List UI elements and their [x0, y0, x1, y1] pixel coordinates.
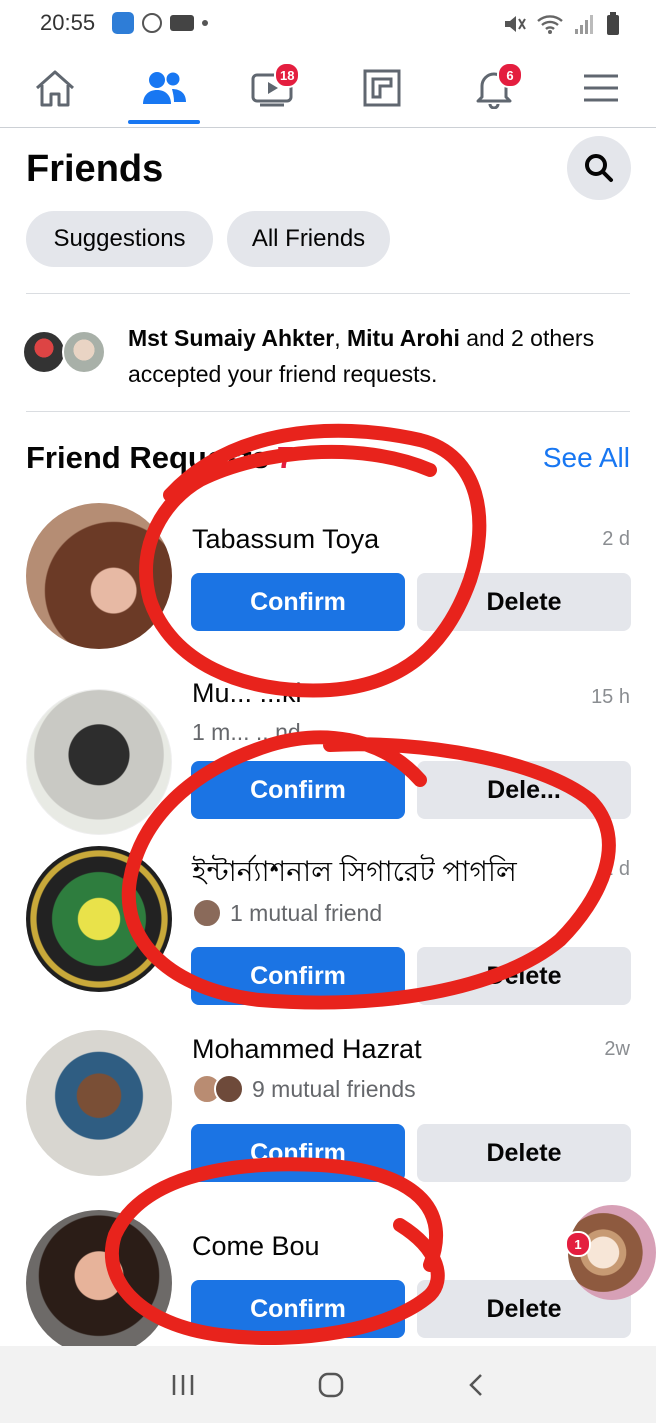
mutual-friends: 9 mutual friends — [192, 1074, 416, 1104]
confirm-button[interactable]: Confirm — [191, 947, 405, 1005]
menu-icon — [584, 74, 618, 102]
confirm-button[interactable]: Confirm — [191, 761, 405, 819]
accepted-name[interactable]: Mitu Arohi — [347, 325, 460, 351]
avatar[interactable] — [26, 1210, 172, 1356]
chat-head-badge: 1 — [565, 1231, 591, 1257]
status-right-icons — [502, 12, 620, 36]
mutual-avatar — [214, 1074, 244, 1104]
delete-button[interactable]: Dele... — [417, 761, 631, 819]
recent-apps-icon[interactable] — [170, 1373, 196, 1397]
friend-requests-title: Friend Requests 7 — [26, 440, 294, 476]
friends-icon — [143, 72, 186, 104]
mutual-friends: 1 m... ...nd — [192, 719, 301, 746]
tab-notifications[interactable]: 6 — [444, 50, 544, 126]
divider — [26, 293, 630, 294]
notifications-badge: 6 — [497, 62, 523, 88]
request-time: 15 h — [591, 686, 630, 708]
page-title: Friends — [26, 148, 164, 190]
accepted-text: Mst Sumaiy Ahkter, Mitu Arohi and 2 othe… — [128, 320, 628, 392]
mutual-friends: 1 mutual friend — [192, 898, 382, 928]
status-left-icons — [112, 12, 208, 34]
tab-pages[interactable] — [332, 50, 432, 126]
request-name[interactable]: Tabassum Toya — [192, 524, 379, 555]
tab-friends[interactable] — [114, 50, 214, 126]
battery-icon — [607, 12, 619, 35]
tab-home[interactable] — [5, 50, 105, 126]
delete-button[interactable]: Delete — [417, 947, 631, 1005]
delete-button[interactable]: Delete — [417, 573, 631, 631]
mutual-text: 9 mutual friends — [252, 1075, 416, 1102]
suggestions-button[interactable]: Suggestions — [26, 211, 213, 267]
avatar[interactable] — [26, 503, 172, 649]
confirm-button[interactable]: Confirm — [191, 1280, 405, 1338]
signal-icon — [575, 15, 593, 34]
accepted-separator: , — [334, 325, 347, 351]
mutual-avatar — [192, 898, 222, 928]
watch-badge: 18 — [274, 62, 301, 88]
status-bar: 20:55 — [0, 0, 656, 50]
more-notifications-icon — [202, 20, 208, 26]
app-notification-icon — [112, 12, 134, 34]
all-friends-button[interactable]: All Friends — [227, 211, 390, 267]
avatar[interactable] — [26, 1030, 172, 1176]
confirm-button[interactable]: Confirm — [191, 573, 405, 631]
divider — [26, 411, 630, 412]
confirm-button[interactable]: Confirm — [191, 1124, 405, 1182]
system-nav-bar — [0, 1346, 656, 1423]
request-time: 1 d — [602, 858, 630, 880]
see-all-link[interactable]: See All — [543, 442, 630, 474]
tab-watch[interactable]: 18 — [222, 50, 322, 126]
search-icon — [585, 154, 613, 182]
messenger-icon — [142, 13, 162, 33]
accepted-name[interactable]: Mst Sumaiy Ahkter — [128, 325, 334, 351]
pages-icon — [363, 69, 401, 107]
mutual-text: 1 mutual friend — [230, 899, 383, 926]
search-button[interactable] — [567, 136, 631, 200]
friend-requests-label: Friend Requests — [26, 440, 269, 475]
video-call-icon — [170, 15, 194, 31]
back-icon[interactable] — [466, 1372, 486, 1398]
mutual-avatars — [192, 1074, 244, 1104]
mutual-text: 1 m... ...nd — [192, 719, 301, 745]
avatar[interactable] — [26, 846, 172, 992]
tab-menu[interactable] — [551, 50, 651, 126]
delete-button[interactable]: Delete — [417, 1124, 631, 1182]
top-nav: 18 6 — [0, 50, 656, 128]
mute-icon — [505, 16, 526, 32]
request-name[interactable]: Come Bou — [192, 1231, 320, 1262]
request-time: 2 d — [602, 528, 630, 550]
request-name[interactable]: Mu... ...ki — [192, 678, 302, 709]
friend-requests-count: 7 — [276, 440, 295, 475]
accepted-requests-notice[interactable]: Mst Sumaiy Ahkter, Mitu Arohi and 2 othe… — [22, 320, 632, 390]
request-time: 2w — [604, 1038, 630, 1060]
home-button-icon[interactable] — [317, 1371, 345, 1399]
home-icon — [36, 70, 74, 107]
status-time: 20:55 — [40, 10, 96, 35]
avatar[interactable] — [26, 689, 172, 835]
request-name[interactable]: ইন্টার্ন্যাশনাল সিগারেট পাগলি — [192, 850, 517, 897]
wifi-icon — [537, 15, 563, 34]
avatar — [62, 330, 106, 374]
request-name[interactable]: Mohammed Hazrat — [192, 1034, 422, 1065]
avatar — [22, 330, 66, 374]
